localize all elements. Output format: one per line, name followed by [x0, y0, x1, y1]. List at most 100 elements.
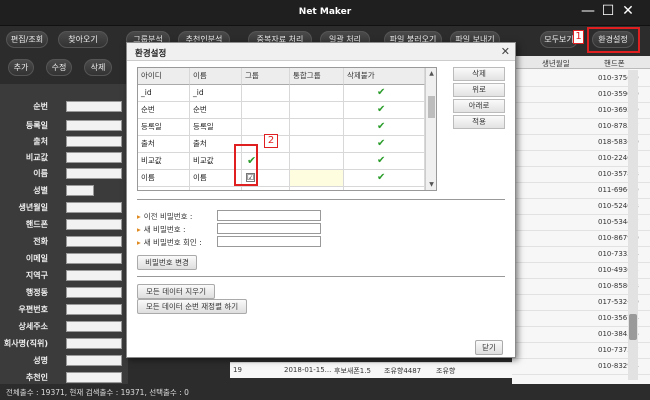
column-header-group[interactable]: 그룹 — [242, 68, 290, 85]
move-down-button[interactable]: 아래로 — [453, 99, 505, 113]
scrollbar-thumb[interactable] — [629, 314, 637, 340]
column-header-phone[interactable]: 핸드폰 — [604, 58, 625, 69]
field-input[interactable] — [66, 120, 122, 131]
modify-button[interactable]: 수정 — [46, 59, 72, 76]
group-cell[interactable] — [242, 102, 290, 119]
field-input[interactable] — [66, 287, 122, 298]
field-input[interactable] — [66, 304, 122, 315]
field-input[interactable] — [66, 236, 122, 247]
table-scrollbar[interactable]: ▲ ▼ — [425, 68, 436, 190]
edit-view-button[interactable]: 편집/조회 — [6, 31, 48, 48]
column-header-birth[interactable]: 생년월일 — [542, 58, 570, 69]
delete-lock-cell[interactable]: ✔ — [344, 85, 425, 102]
field-input[interactable] — [66, 152, 122, 163]
field-input[interactable] — [66, 136, 122, 147]
id-cell[interactable]: 출처 — [138, 136, 190, 153]
dialog-close-button[interactable]: 닫기 — [475, 340, 503, 355]
column-header-merged-group[interactable]: 통합그룹 — [290, 68, 344, 85]
minimize-icon[interactable]: — — [580, 2, 596, 20]
current-password-input[interactable] — [217, 210, 321, 221]
apply-button[interactable]: 적용 — [453, 115, 505, 129]
group-cell[interactable] — [242, 85, 290, 102]
window-title: Net Maker — [298, 7, 352, 17]
add-button[interactable]: 추가 — [8, 59, 34, 76]
merged-group-cell[interactable] — [290, 136, 344, 153]
delete-lock-cell[interactable]: ✔ — [344, 153, 425, 170]
record-form: 순번 등록일 출처 비교값 이름 성별 생년월일 핸드폰 전화 이메일 지역구 … — [0, 84, 128, 384]
delete-lock-cell[interactable]: ✔ — [344, 136, 425, 153]
field-input[interactable] — [66, 185, 94, 196]
merged-group-cell[interactable] — [290, 153, 344, 170]
merged-group-cell[interactable] — [290, 187, 344, 190]
delete-lock-cell[interactable] — [344, 187, 425, 190]
field-label: 등록일 — [25, 121, 48, 130]
id-cell[interactable]: 이름 — [138, 170, 190, 187]
search-button[interactable]: 찾아오기 — [58, 31, 108, 48]
name-cell[interactable]: 성별 — [190, 187, 242, 190]
column-header-id[interactable]: 아이디 — [138, 68, 190, 85]
move-up-button[interactable]: 위로 — [453, 83, 505, 97]
clear-all-data-button[interactable]: 모든 데이터 지우기 — [137, 284, 215, 299]
merged-group-cell[interactable] — [290, 119, 344, 136]
title-bar: Net Maker — ☐ ✕ — [0, 0, 650, 26]
check-icon: ✔ — [377, 138, 386, 149]
merged-group-cell[interactable] — [290, 85, 344, 102]
reorder-all-data-button[interactable]: 모든 데이터 순번 재정렬 하기 — [137, 299, 247, 314]
field-label: 성명 — [33, 356, 48, 365]
row-number: 19 — [233, 366, 242, 374]
field-input[interactable] — [66, 338, 122, 349]
scroll-up-icon[interactable]: ▲ — [427, 69, 436, 78]
field-label: 비교값 — [25, 153, 48, 162]
new-password-label: 새 비밀번호 : — [143, 225, 186, 234]
grid-header: 생년월일 핸드폰 — [512, 56, 650, 69]
name-cell[interactable]: _id — [190, 85, 242, 102]
confirm-password-input[interactable] — [217, 236, 321, 247]
close-icon[interactable]: ✕ — [620, 2, 636, 20]
check-icon: ✔ — [377, 87, 386, 98]
step-marker-1: 1 — [573, 30, 584, 44]
confirm-password-row: ▸ 새 비밀번호 회인 : — [137, 237, 202, 248]
maximize-icon[interactable]: ☐ — [600, 2, 616, 20]
row-date: 2018-01-15... — [284, 366, 332, 374]
dialog-title-bar: 환경설정 ✕ — [127, 43, 515, 61]
delete-button[interactable]: 삭제 — [84, 59, 112, 76]
name-cell[interactable]: 순번 — [190, 102, 242, 119]
field-input[interactable] — [66, 219, 122, 230]
table-row[interactable]: 19 2018-01-15... 후보새폰1.5 조유향4487 조유향 — [230, 362, 512, 378]
delete-lock-cell[interactable]: ✔ — [344, 102, 425, 119]
current-password-row: ▸ 이전 비밀번호 : — [137, 211, 192, 222]
delete-lock-cell[interactable]: ✔ — [344, 170, 425, 187]
id-cell[interactable]: 등록일 — [138, 119, 190, 136]
new-password-input[interactable] — [217, 223, 321, 234]
group-cell[interactable] — [242, 187, 290, 190]
field-input[interactable] — [66, 202, 122, 213]
step-marker-2: 2 — [264, 134, 278, 148]
id-cell[interactable]: _id — [138, 85, 190, 102]
field-input[interactable] — [66, 253, 122, 264]
field-input[interactable] — [66, 168, 122, 179]
id-cell[interactable]: 성별 — [138, 187, 190, 190]
column-header-delete-lock[interactable]: 삭제불가 — [344, 68, 425, 85]
field-input[interactable] — [66, 355, 122, 366]
bullet-icon: ▸ — [137, 225, 141, 234]
field-input[interactable] — [66, 270, 122, 281]
dialog-close-icon[interactable]: ✕ — [501, 45, 510, 58]
field-input[interactable] — [66, 101, 122, 112]
name-cell[interactable]: 등록일 — [190, 119, 242, 136]
column-header-name[interactable]: 이름 — [190, 68, 242, 85]
merged-group-cell[interactable] — [290, 170, 344, 187]
id-cell[interactable]: 비교값 — [138, 153, 190, 170]
field-input[interactable] — [66, 321, 122, 332]
field-input[interactable] — [66, 372, 122, 383]
field-label: 이름 — [33, 169, 48, 178]
id-cell[interactable]: 순번 — [138, 102, 190, 119]
scroll-down-icon[interactable]: ▼ — [427, 180, 436, 189]
grid-scrollbar[interactable] — [628, 70, 638, 380]
delete-field-button[interactable]: 삭제 — [453, 67, 505, 81]
delete-lock-cell[interactable]: ✔ — [344, 119, 425, 136]
scrollbar-thumb[interactable] — [428, 96, 435, 118]
field-label: 추천인 — [25, 373, 48, 382]
change-password-button[interactable]: 비밀번호 변경 — [137, 255, 197, 270]
dialog-title: 환경설정 — [135, 49, 167, 59]
merged-group-cell[interactable] — [290, 102, 344, 119]
